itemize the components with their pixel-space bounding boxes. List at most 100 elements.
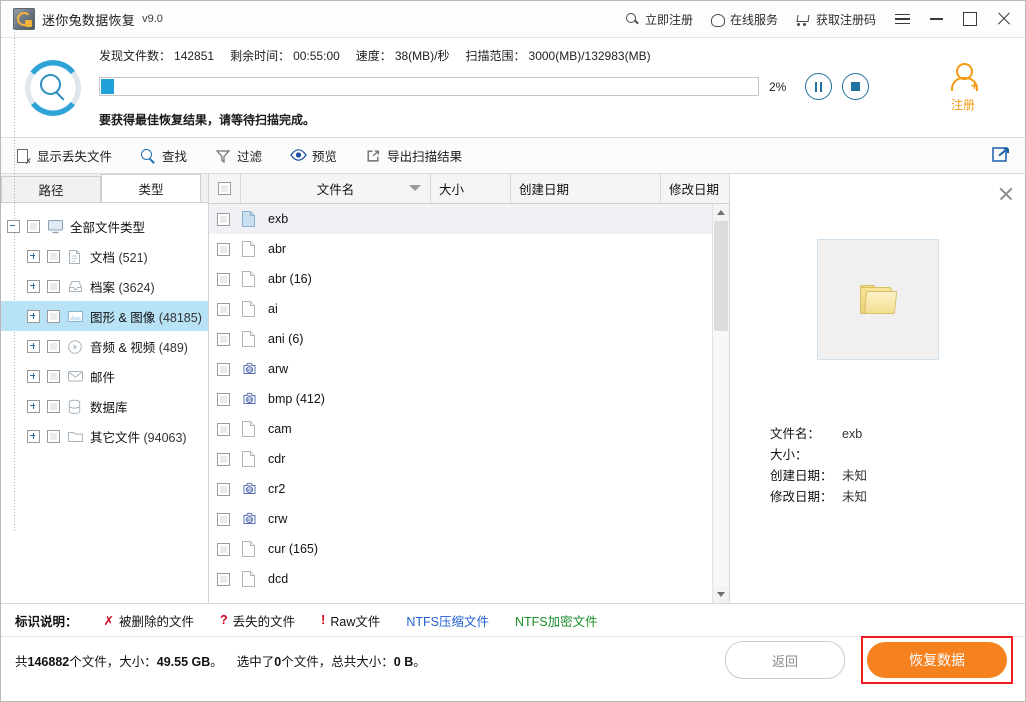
tree-item-documents[interactable]: 文档 (521) <box>1 241 208 271</box>
select-all-header[interactable] <box>209 174 241 203</box>
expand-icon[interactable] <box>27 309 40 323</box>
menu-button[interactable] <box>885 2 919 36</box>
maximize-button[interactable] <box>953 2 987 36</box>
share-export-icon <box>991 145 1011 167</box>
table-row[interactable]: ai <box>209 294 729 324</box>
tree-checkbox[interactable] <box>47 429 60 443</box>
show-lost-files-button[interactable]: 显示丢失文件 <box>15 146 112 166</box>
scrollbar-thumb[interactable] <box>714 221 728 331</box>
tree-item-audio-video[interactable]: 音频 & 视频 (489) <box>1 331 208 361</box>
close-preview-button[interactable] <box>999 187 1013 201</box>
scroll-down-button[interactable] <box>713 586 729 603</box>
file-list-scrollbar[interactable] <box>712 204 729 603</box>
tree-item-all-types[interactable]: 全部文件类型 <box>1 211 208 241</box>
find-button[interactable]: 查找 <box>140 146 187 165</box>
document-missing-icon <box>15 148 32 166</box>
column-header-modified[interactable]: 修改日期 <box>661 174 729 203</box>
tree-checkbox[interactable] <box>47 339 60 353</box>
tab-type[interactable]: 类型 <box>101 174 201 202</box>
file-icon <box>241 420 257 438</box>
back-button[interactable]: 返回 <box>725 641 845 679</box>
tree-item-label: 全部文件类型 <box>70 220 146 235</box>
column-header-created[interactable]: 创建日期 <box>511 174 661 203</box>
share-export-button[interactable] <box>989 145 1013 167</box>
filter-button[interactable]: 过滤 <box>215 146 262 165</box>
tree-checkbox[interactable] <box>47 369 60 383</box>
scan-stats: 发现文件数： 142851 剩余时间： 00:55:00 速度： 38(MB)/秒 扫描范围… <box>99 47 905 64</box>
svg-text:RAW: RAW <box>246 518 255 522</box>
recover-data-button[interactable]: 恢复数据 <box>867 642 1007 678</box>
scroll-up-button[interactable] <box>713 204 729 221</box>
row-checkbox[interactable] <box>217 572 230 586</box>
get-license-link[interactable]: 获取注册码 <box>787 4 885 34</box>
table-row[interactable]: exb <box>209 204 729 234</box>
row-checkbox[interactable] <box>217 512 230 526</box>
file-name-cell: dcd <box>268 572 289 586</box>
expand-icon[interactable] <box>27 279 40 293</box>
register-now-link[interactable]: 立即注册 <box>616 4 702 34</box>
preview-label: 预览 <box>312 150 338 164</box>
expand-icon[interactable] <box>27 429 40 443</box>
minimize-button[interactable] <box>919 2 953 36</box>
table-row[interactable]: cdr <box>209 444 729 474</box>
column-header-size[interactable]: 大小 <box>431 174 511 203</box>
row-checkbox[interactable] <box>217 542 230 556</box>
row-checkbox[interactable] <box>217 302 230 316</box>
expand-icon[interactable] <box>27 339 40 353</box>
row-checkbox[interactable] <box>217 422 230 436</box>
table-row[interactable]: cam <box>209 414 729 444</box>
export-scan-result-button[interactable]: 导出扫描结果 <box>365 146 462 165</box>
row-checkbox[interactable] <box>217 482 230 496</box>
row-checkbox[interactable] <box>217 272 230 286</box>
total-prefix: 共 <box>15 654 28 669</box>
tree-checkbox[interactable] <box>47 249 60 263</box>
select-all-checkbox[interactable] <box>218 182 231 195</box>
stop-scan-button[interactable] <box>842 73 869 100</box>
tree-item-database[interactable]: 数据库 <box>1 391 208 421</box>
expand-icon[interactable] <box>27 369 40 383</box>
tree-checkbox[interactable] <box>47 279 60 293</box>
row-checkbox[interactable] <box>217 212 230 226</box>
row-checkbox[interactable] <box>217 362 230 376</box>
row-checkbox[interactable] <box>217 332 230 346</box>
table-row[interactable]: abr (16) <box>209 264 729 294</box>
back-button-label: 返回 <box>771 653 798 669</box>
svg-text:RAW: RAW <box>246 368 255 372</box>
tab-path[interactable]: 路径 <box>1 176 101 202</box>
online-service-link[interactable]: 在线服务 <box>702 4 787 34</box>
table-row[interactable]: abr <box>209 234 729 264</box>
register-button[interactable]: + 注册 <box>915 62 1011 113</box>
table-row[interactable]: dcd <box>209 564 729 594</box>
tree-checkbox[interactable] <box>27 219 40 233</box>
close-button[interactable] <box>987 2 1021 36</box>
tree-checkbox[interactable] <box>47 309 60 323</box>
row-checkbox[interactable] <box>217 242 230 256</box>
table-row[interactable]: RAW arw <box>209 354 729 384</box>
row-checkbox[interactable] <box>217 392 230 406</box>
table-row[interactable]: ani (6) <box>209 324 729 354</box>
tree-item-other-files[interactable]: 其它文件 (94063) <box>1 421 208 451</box>
collapse-icon[interactable] <box>7 219 20 233</box>
expand-icon[interactable] <box>27 399 40 413</box>
app-version: v9.0 <box>142 13 163 25</box>
tree-item-graphics-images[interactable]: 图形 & 图像 (48185) <box>1 301 208 331</box>
preview-size-row: 大小： <box>770 445 1025 466</box>
preview-created-row: 创建日期： 未知 <box>770 466 1025 487</box>
svg-text:RAW: RAW <box>246 488 255 492</box>
headset-icon <box>710 13 725 27</box>
tree-item-mail[interactable]: 邮件 <box>1 361 208 391</box>
legend-item-deleted-label: 被删除的文件 <box>119 614 195 629</box>
scan-hint-text: 要获得最佳恢复结果，请等待扫描完成。 <box>99 113 316 127</box>
table-row[interactable]: RAW cr2 <box>209 474 729 504</box>
tree-checkbox[interactable] <box>47 399 60 413</box>
row-checkbox[interactable] <box>217 452 230 466</box>
column-header-filename[interactable]: 文件名 <box>241 174 431 203</box>
table-row[interactable]: RAW crw <box>209 504 729 534</box>
expand-icon[interactable] <box>27 249 40 263</box>
tree-item-archives[interactable]: 档案 (3624) <box>1 271 208 301</box>
preview-button[interactable]: 预览 <box>290 146 337 165</box>
file-name-cell: crw <box>268 512 288 526</box>
table-row[interactable]: BMP bmp (412) <box>209 384 729 414</box>
pause-scan-button[interactable] <box>805 73 832 100</box>
table-row[interactable]: cur (165) <box>209 534 729 564</box>
